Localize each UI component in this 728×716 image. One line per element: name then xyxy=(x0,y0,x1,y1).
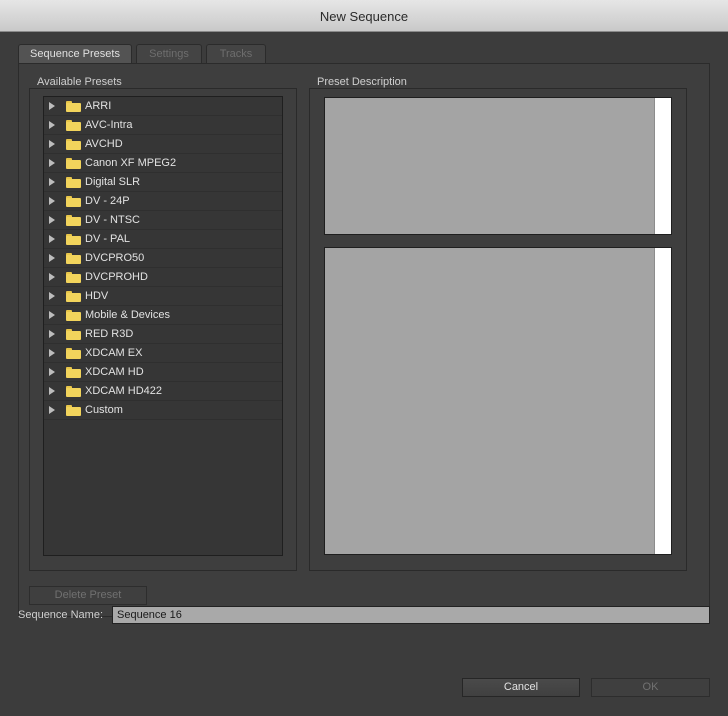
disclosure-triangle-icon[interactable] xyxy=(49,406,55,414)
tab-tracks[interactable]: Tracks xyxy=(206,44,266,63)
preset-folder-label: Mobile & Devices xyxy=(85,309,170,321)
folder-icon xyxy=(66,291,81,302)
preset-description-label: Preset Description xyxy=(314,76,410,88)
folder-icon xyxy=(66,367,81,378)
preset-folder-row[interactable]: XDCAM HD xyxy=(44,363,282,382)
ok-button[interactable]: OK xyxy=(591,678,710,697)
preset-description-details xyxy=(324,247,672,555)
disclosure-triangle-icon[interactable] xyxy=(49,254,55,262)
preset-folder-label: DVCPROHD xyxy=(85,271,148,283)
disclosure-triangle-icon[interactable] xyxy=(49,292,55,300)
folder-icon xyxy=(66,120,81,131)
preset-folder-label: Digital SLR xyxy=(85,176,141,188)
preset-folder-label: HDV xyxy=(85,290,109,302)
presets-list[interactable]: ARRI AVC-Intra AVCHD Canon XF MPEG2 Digital … xyxy=(43,96,283,556)
folder-icon xyxy=(66,196,81,207)
disclosure-triangle-icon[interactable] xyxy=(49,159,55,167)
title-bar: New Sequence xyxy=(0,0,728,32)
folder-icon xyxy=(66,386,81,397)
disclosure-triangle-icon[interactable] xyxy=(49,178,55,186)
sequence-name-input[interactable] xyxy=(112,606,710,624)
preset-folder-label: XDCAM EX xyxy=(85,347,143,359)
folder-icon xyxy=(66,101,81,112)
disclosure-triangle-icon[interactable] xyxy=(49,330,55,338)
available-presets-label: Available Presets xyxy=(34,76,125,88)
disclosure-triangle-icon[interactable] xyxy=(49,102,55,110)
disclosure-triangle-icon[interactable] xyxy=(49,368,55,376)
preset-folder-row[interactable]: AVC-Intra xyxy=(44,116,282,135)
folder-icon xyxy=(66,158,81,169)
preset-folder-label: XDCAM HD422 xyxy=(85,385,163,397)
preset-folder-row[interactable]: HDV xyxy=(44,287,282,306)
preset-folder-label: ARRI xyxy=(85,100,112,112)
preset-folder-row[interactable]: Custom xyxy=(44,401,282,420)
preset-folder-label: Custom xyxy=(85,404,123,416)
folder-icon xyxy=(66,405,81,416)
preset-folder-label: XDCAM HD xyxy=(85,366,144,378)
folder-icon xyxy=(66,329,81,340)
preset-folder-row[interactable]: Canon XF MPEG2 xyxy=(44,154,282,173)
preset-folder-label: AVCHD xyxy=(85,138,123,150)
preset-folder-label: DV - 24P xyxy=(85,195,130,207)
folder-icon xyxy=(66,215,81,226)
preset-folder-row[interactable]: DV - 24P xyxy=(44,192,282,211)
disclosure-triangle-icon[interactable] xyxy=(49,273,55,281)
preset-folder-row[interactable]: DVCPROHD xyxy=(44,268,282,287)
disclosure-triangle-icon[interactable] xyxy=(49,387,55,395)
preset-folder-row[interactable]: Digital SLR xyxy=(44,173,282,192)
preset-folder-label: Canon XF MPEG2 xyxy=(85,157,177,169)
folder-icon xyxy=(66,272,81,283)
cancel-button[interactable]: Cancel xyxy=(462,678,580,697)
disclosure-triangle-icon[interactable] xyxy=(49,121,55,129)
summary-scrollbar[interactable] xyxy=(654,98,671,234)
disclosure-triangle-icon[interactable] xyxy=(49,349,55,357)
preset-folder-row[interactable]: XDCAM HD422 xyxy=(44,382,282,401)
details-scrollbar[interactable] xyxy=(654,248,671,554)
preset-folder-row[interactable]: AVCHD xyxy=(44,135,282,154)
folder-icon xyxy=(66,177,81,188)
preset-folder-label: DVCPRO50 xyxy=(85,252,145,264)
sequence-name-label: Sequence Name: xyxy=(18,609,103,621)
preset-folder-label: RED R3D xyxy=(85,328,134,340)
preset-folder-label: DV - NTSC xyxy=(85,214,140,226)
preset-folder-row[interactable]: ARRI xyxy=(44,97,282,116)
preset-folder-row[interactable]: DV - NTSC xyxy=(44,211,282,230)
disclosure-triangle-icon[interactable] xyxy=(49,197,55,205)
disclosure-triangle-icon[interactable] xyxy=(49,216,55,224)
disclosure-triangle-icon[interactable] xyxy=(49,235,55,243)
preset-folder-row[interactable]: Mobile & Devices xyxy=(44,306,282,325)
folder-icon xyxy=(66,310,81,321)
tab-sequence-presets[interactable]: Sequence Presets xyxy=(18,44,132,64)
preset-folder-row[interactable]: DV - PAL xyxy=(44,230,282,249)
disclosure-triangle-icon[interactable] xyxy=(49,140,55,148)
folder-icon xyxy=(66,139,81,150)
window-title: New Sequence xyxy=(319,9,409,24)
delete-preset-button[interactable]: Delete Preset xyxy=(29,586,147,605)
preset-folder-label: DV - PAL xyxy=(85,233,131,245)
preset-folder-row[interactable]: XDCAM EX xyxy=(44,344,282,363)
preset-folder-row[interactable]: RED R3D xyxy=(44,325,282,344)
folder-icon xyxy=(66,234,81,245)
folder-icon xyxy=(66,348,81,359)
preset-description-summary xyxy=(324,97,672,235)
preset-folder-label: AVC-Intra xyxy=(85,119,133,131)
tab-settings[interactable]: Settings xyxy=(136,44,202,63)
preset-folder-row[interactable]: DVCPRO50 xyxy=(44,249,282,268)
disclosure-triangle-icon[interactable] xyxy=(49,311,55,319)
folder-icon xyxy=(66,253,81,264)
